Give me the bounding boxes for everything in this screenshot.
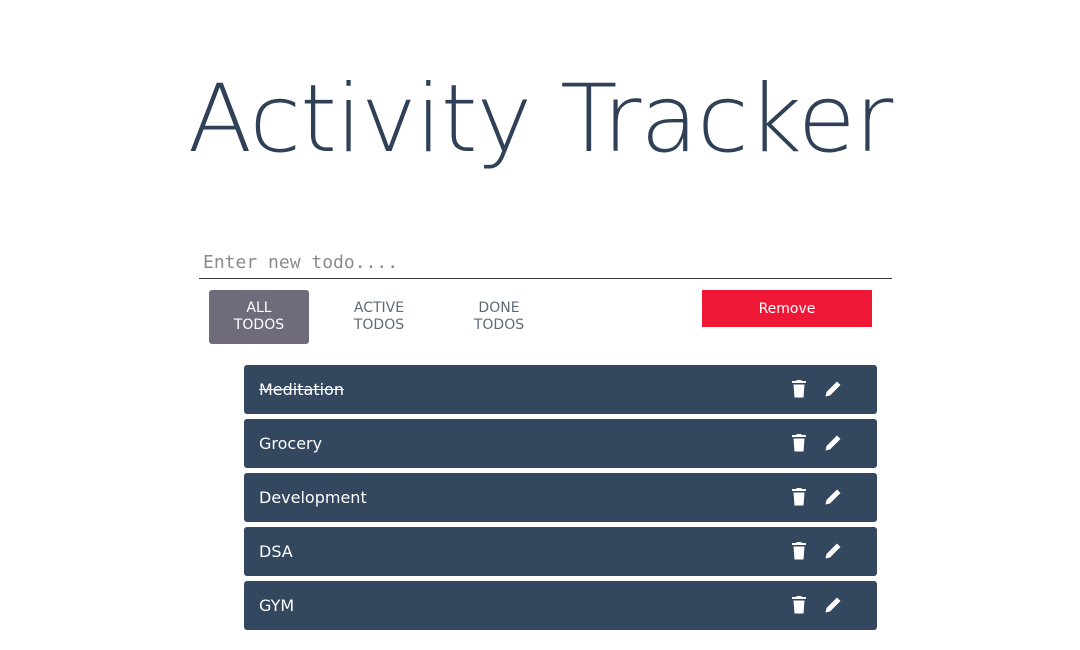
todo-item[interactable]: DSA [244, 527, 877, 576]
filter-all-todos-label: ALL TODOS [233, 300, 285, 333]
todo-label[interactable]: Grocery [259, 434, 322, 453]
trash-icon[interactable] [790, 542, 808, 560]
todo-label[interactable]: DSA [259, 542, 293, 561]
todo-label[interactable]: GYM [259, 596, 294, 615]
trash-icon[interactable] [790, 380, 808, 398]
pencil-icon[interactable] [824, 542, 842, 560]
filter-active-todos-button[interactable]: ACTIVE TODOS [329, 290, 429, 344]
remove-button[interactable]: Remove [702, 290, 872, 327]
filter-all-todos-button[interactable]: ALL TODOS [209, 290, 309, 344]
filter-done-todos-button[interactable]: DONE TODOS [449, 290, 549, 344]
filter-done-todos-label: DONE TODOS [473, 300, 525, 333]
todo-list: Meditation Grocery Development DSA GYM [244, 365, 877, 635]
trash-icon[interactable] [790, 434, 808, 452]
trash-icon[interactable] [790, 596, 808, 614]
page-title: Activity Tracker [187, 65, 894, 174]
pencil-icon[interactable] [824, 488, 842, 506]
pencil-icon[interactable] [824, 380, 842, 398]
todo-item[interactable]: Meditation [244, 365, 877, 414]
todo-item[interactable]: Grocery [244, 419, 877, 468]
pencil-icon[interactable] [824, 596, 842, 614]
filter-active-todos-label: ACTIVE TODOS [353, 300, 405, 333]
todo-label[interactable]: Development [259, 488, 367, 507]
new-todo-input[interactable] [199, 247, 892, 279]
pencil-icon[interactable] [824, 434, 842, 452]
trash-icon[interactable] [790, 488, 808, 506]
todo-item[interactable]: Development [244, 473, 877, 522]
todo-item[interactable]: GYM [244, 581, 877, 630]
todo-label[interactable]: Meditation [259, 380, 344, 399]
